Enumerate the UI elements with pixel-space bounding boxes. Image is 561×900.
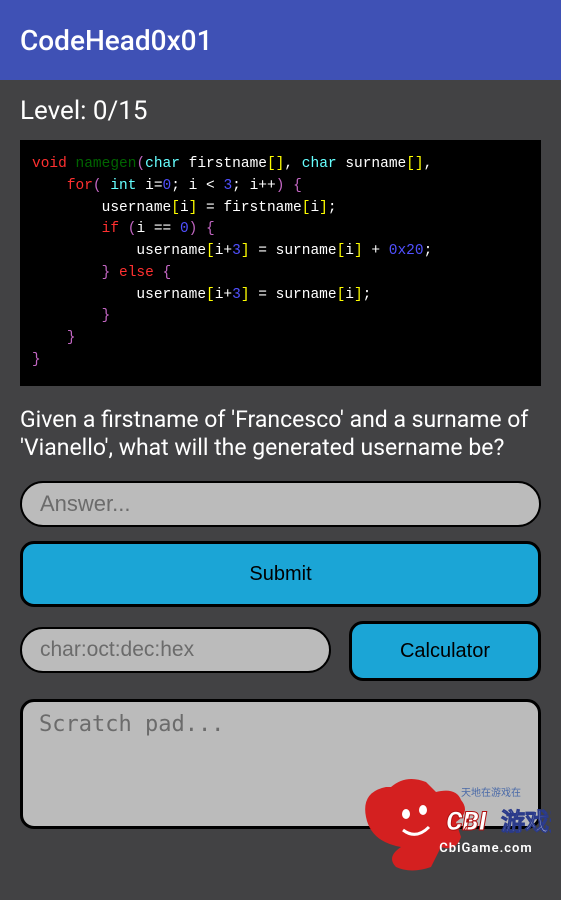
question-text: Given a firstname of 'Francesco' and a s… — [20, 406, 541, 464]
code-block: void namegen(char firstname[], char surn… — [20, 140, 541, 386]
main-content: Level: 0/15 void namegen(char firstname[… — [0, 80, 561, 849]
answer-input[interactable] — [20, 481, 541, 527]
app-header: CodeHead0x01 — [0, 0, 561, 80]
convert-input[interactable] — [20, 627, 331, 673]
app-title: CodeHead0x01 — [20, 24, 213, 57]
scratch-pad[interactable] — [20, 699, 541, 829]
utility-row: Calculator — [20, 627, 541, 681]
level-label: Level: 0/15 — [20, 96, 541, 126]
calculator-button[interactable]: Calculator — [349, 621, 541, 681]
submit-button[interactable]: Submit — [20, 541, 541, 607]
